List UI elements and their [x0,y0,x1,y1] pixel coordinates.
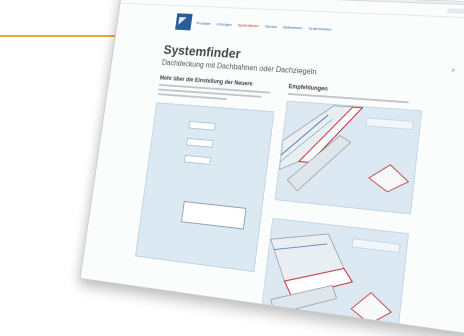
nav-item-systemfinder[interactable]: Systemfinder [238,22,259,28]
nav-item-loesungen[interactable]: Lösungen [216,21,232,26]
form-row [159,119,266,135]
content-columns: Mehr über die Einstellung der Neuere Emp… [80,63,464,336]
nav-item-unternehmen[interactable]: Unternehmen [309,25,332,31]
roof-flashing-illustration [276,102,421,214]
form-row-input[interactable] [188,120,216,131]
form-row [155,152,262,170]
browser-window: Produkte Lösungen Systemfinder Service R… [79,0,464,336]
form-row [157,135,264,152]
configuration-form [134,102,275,273]
toolbar-item[interactable] [446,7,464,14]
main-nav: Produkte Lösungen Systemfinder Service R… [196,20,332,31]
roof-detail-tile[interactable] [259,217,409,336]
form-row-label [155,156,181,158]
right-column: Empfehlungen [259,84,424,336]
info-note [181,201,247,230]
nav-item-produkte[interactable]: Produkte [196,20,210,25]
left-column: Mehr über die Einstellung der Neuere [129,76,278,319]
nav-item-referenzen[interactable]: Referenzen [283,24,303,30]
form-row-input[interactable] [186,137,214,148]
form-caption [161,109,267,117]
tile-more-link[interactable] [369,124,411,127]
form-row-label [160,122,186,124]
form-row-label [157,139,183,141]
roof-detail-tile[interactable] [274,100,423,215]
form-row-input[interactable] [183,154,212,165]
nav-item-service[interactable]: Service [265,23,278,28]
roof-eave-illustration [261,219,408,336]
brand-logo[interactable] [175,13,193,31]
search-icon[interactable]: ⌕ [451,68,455,75]
